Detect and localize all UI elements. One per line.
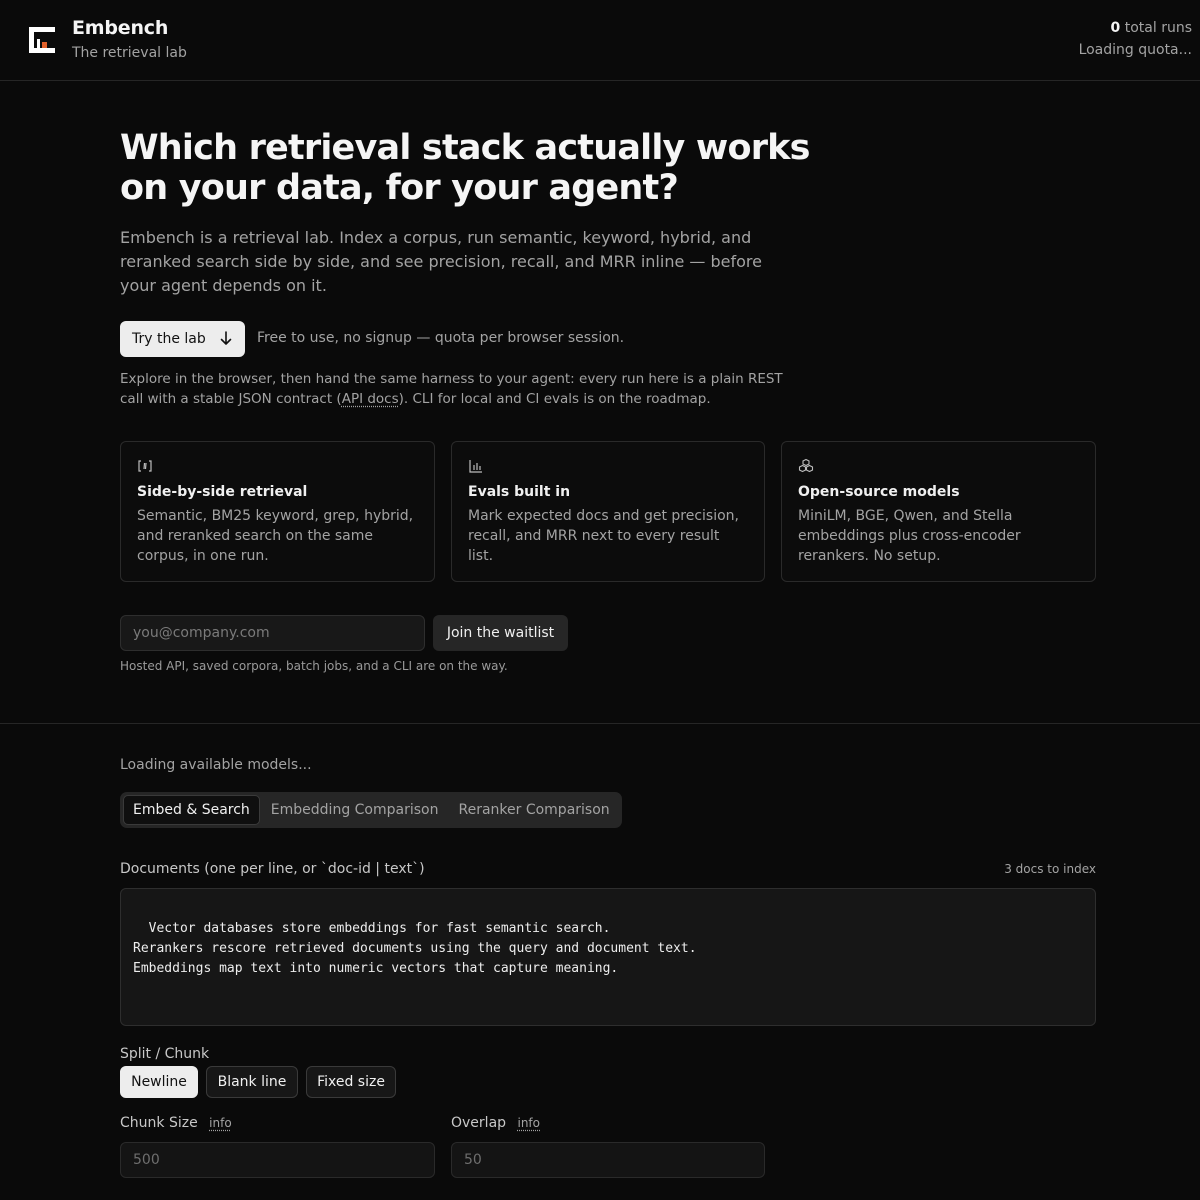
cubes-icon: [798, 458, 814, 474]
feature-card-open-source: Open-source models MiniLM, BGE, Qwen, an…: [781, 441, 1096, 582]
tab-reranker-comparison[interactable]: Reranker Comparison: [449, 795, 618, 825]
feature-card-side-by-side: Side-by-side retrieval Semantic, BM25 ke…: [120, 441, 435, 582]
runs-count: 0: [1110, 20, 1121, 36]
section-divider: [0, 723, 1200, 724]
split-chunk-label: Split / Chunk: [120, 1046, 210, 1062]
site-header: Embench The retrieval lab 0 total runs L…: [0, 0, 1200, 81]
try-the-lab-button[interactable]: Try the lab: [120, 321, 245, 357]
overlap-label-row: Overlap info: [451, 1115, 540, 1131]
brand-name[interactable]: Embench: [72, 17, 168, 39]
api-docs-link[interactable]: API docs: [342, 391, 399, 407]
free-usage-note: Free to use, no signup — quota per brows…: [257, 330, 625, 346]
hero-subtitle: Embench is a retrieval lab. Index a corp…: [120, 228, 762, 295]
split-blank-line-button[interactable]: Blank line: [206, 1066, 298, 1098]
resize-handle-icon[interactable]: [1084, 1014, 1092, 1022]
total-runs: 0 total runs: [1111, 20, 1192, 36]
embench-logo-icon[interactable]: [28, 25, 56, 55]
brackets-icon: [137, 458, 153, 474]
split-fixed-size-button[interactable]: Fixed size: [306, 1066, 396, 1098]
bar-chart-icon: [468, 458, 484, 474]
waitlist-note: Hosted API, saved corpora, batch jobs, a…: [120, 659, 508, 673]
tab-embed-search[interactable]: Embed & Search: [123, 795, 260, 825]
feature-title: Side-by-side retrieval: [137, 484, 308, 500]
overlap-input[interactable]: [451, 1142, 765, 1178]
chunk-size-info[interactable]: info: [209, 1116, 232, 1130]
feature-description: Semantic, BM25 keyword, grep, hybrid, an…: [137, 508, 414, 564]
explore-text-after: ). CLI for local and CI evals is on the …: [398, 391, 711, 407]
documents-text: Vector databases store embeddings for fa…: [133, 921, 697, 976]
quota-status: Loading quota...: [1078, 42, 1192, 58]
join-waitlist-button[interactable]: Join the waitlist: [433, 615, 568, 651]
overlap-label: Overlap: [451, 1115, 507, 1131]
brand-tagline: The retrieval lab: [72, 45, 187, 61]
feature-title: Evals built in: [468, 484, 571, 500]
feature-description: Mark expected docs and get precision, re…: [468, 508, 739, 564]
email-input[interactable]: [120, 615, 425, 651]
feature-card-evals: Evals built in Mark expected docs and ge…: [451, 441, 765, 582]
try-the-lab-label: Try the lab: [132, 331, 206, 347]
hero-title: Which retrieval stack actually works on …: [120, 128, 810, 208]
tab-embedding-comparison[interactable]: Embedding Comparison: [262, 795, 448, 825]
arrow-down-icon: [219, 329, 233, 347]
docs-count: 3 docs to index: [1004, 862, 1096, 876]
loading-models-status: Loading available models...: [120, 757, 312, 773]
overlap-info[interactable]: info: [517, 1116, 540, 1130]
feature-description: MiniLM, BGE, Qwen, and Stella embeddings…: [798, 508, 1021, 564]
feature-title: Open-source models: [798, 484, 960, 500]
documents-textarea[interactable]: Vector databases store embeddings for fa…: [120, 888, 1096, 1026]
chunk-size-label: Chunk Size: [120, 1115, 198, 1131]
explore-text: Explore in the browser, then hand the sa…: [120, 369, 790, 409]
runs-label: total runs: [1124, 20, 1192, 36]
chunk-size-input[interactable]: [120, 1142, 435, 1178]
documents-label: Documents (one per line, or `doc-id | te…: [120, 861, 425, 877]
lab-tabs: Embed & Search Embedding Comparison Rera…: [120, 792, 622, 828]
chunk-size-label-row: Chunk Size info: [120, 1115, 232, 1131]
split-newline-button[interactable]: Newline: [120, 1066, 198, 1098]
